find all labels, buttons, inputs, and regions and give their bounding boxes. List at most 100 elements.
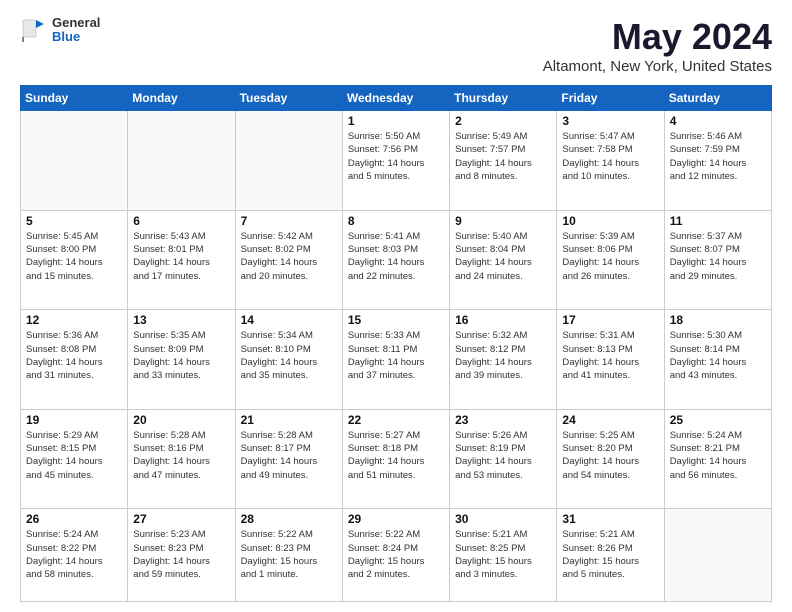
day-info: Sunrise: 5:36 AM Sunset: 8:08 PM Dayligh… bbox=[26, 329, 122, 382]
day-cell: 28 Sunrise: 5:22 AM Sunset: 8:23 PM Dayli… bbox=[235, 509, 342, 602]
day-cell: 26 Sunrise: 5:24 AM Sunset: 8:22 PM Dayli… bbox=[21, 509, 128, 602]
day-info: Sunrise: 5:45 AM Sunset: 8:00 PM Dayligh… bbox=[26, 230, 122, 283]
day-number: 9 bbox=[455, 214, 551, 228]
day-cell: 9 Sunrise: 5:40 AM Sunset: 8:04 PM Daylig… bbox=[450, 210, 557, 310]
day-number: 17 bbox=[562, 313, 658, 327]
day-cell: 13 Sunrise: 5:35 AM Sunset: 8:09 PM Dayli… bbox=[128, 310, 235, 410]
page: General Blue May 2024 Altamont, New York… bbox=[0, 0, 792, 612]
day-info: Sunrise: 5:23 AM Sunset: 8:23 PM Dayligh… bbox=[133, 528, 229, 581]
day-number: 8 bbox=[348, 214, 444, 228]
day-number: 3 bbox=[562, 114, 658, 128]
day-info: Sunrise: 5:30 AM Sunset: 8:14 PM Dayligh… bbox=[670, 329, 766, 382]
day-number: 6 bbox=[133, 214, 229, 228]
day-info: Sunrise: 5:28 AM Sunset: 8:16 PM Dayligh… bbox=[133, 429, 229, 482]
weekday-header-monday: Monday bbox=[128, 86, 235, 111]
header: General Blue May 2024 Altamont, New York… bbox=[20, 16, 772, 75]
day-info: Sunrise: 5:46 AM Sunset: 7:59 PM Dayligh… bbox=[670, 130, 766, 183]
day-info: Sunrise: 5:41 AM Sunset: 8:03 PM Dayligh… bbox=[348, 230, 444, 283]
day-number: 14 bbox=[241, 313, 337, 327]
day-cell: 23 Sunrise: 5:26 AM Sunset: 8:19 PM Dayli… bbox=[450, 409, 557, 509]
day-info: Sunrise: 5:47 AM Sunset: 7:58 PM Dayligh… bbox=[562, 130, 658, 183]
day-cell: 12Sunrise: 5:36 AM Sunset: 8:08 PM Dayli… bbox=[21, 310, 128, 410]
day-number: 31 bbox=[562, 512, 658, 526]
day-number: 30 bbox=[455, 512, 551, 526]
day-info: Sunrise: 5:35 AM Sunset: 8:09 PM Dayligh… bbox=[133, 329, 229, 382]
day-number: 22 bbox=[348, 413, 444, 427]
day-cell bbox=[21, 111, 128, 211]
day-cell: 14 Sunrise: 5:34 AM Sunset: 8:10 PM Dayli… bbox=[235, 310, 342, 410]
day-cell: 4Sunrise: 5:46 AM Sunset: 7:59 PM Daylig… bbox=[664, 111, 771, 211]
day-number: 16 bbox=[455, 313, 551, 327]
day-cell: 8 Sunrise: 5:41 AM Sunset: 8:03 PM Daylig… bbox=[342, 210, 449, 310]
weekday-header-sunday: Sunday bbox=[21, 86, 128, 111]
day-cell: 30Sunrise: 5:21 AM Sunset: 8:25 PM Dayli… bbox=[450, 509, 557, 602]
day-cell: 29Sunrise: 5:22 AM Sunset: 8:24 PM Dayli… bbox=[342, 509, 449, 602]
day-cell: 1 Sunrise: 5:50 AM Sunset: 7:56 PM Daylig… bbox=[342, 111, 449, 211]
day-number: 18 bbox=[670, 313, 766, 327]
weekday-row: SundayMondayTuesdayWednesdayThursdayFrid… bbox=[21, 86, 772, 111]
week-row-0: 1 Sunrise: 5:50 AM Sunset: 7:56 PM Daylig… bbox=[21, 111, 772, 211]
day-info: Sunrise: 5:28 AM Sunset: 8:17 PM Dayligh… bbox=[241, 429, 337, 482]
day-cell: 18 Sunrise: 5:30 AM Sunset: 8:14 PM Dayli… bbox=[664, 310, 771, 410]
day-number: 26 bbox=[26, 512, 122, 526]
day-cell bbox=[235, 111, 342, 211]
weekday-header-wednesday: Wednesday bbox=[342, 86, 449, 111]
day-info: Sunrise: 5:22 AM Sunset: 8:23 PM Dayligh… bbox=[241, 528, 337, 581]
day-number: 7 bbox=[241, 214, 337, 228]
weekday-header-tuesday: Tuesday bbox=[235, 86, 342, 111]
logo-general: General bbox=[52, 16, 100, 30]
day-cell: 25Sunrise: 5:24 AM Sunset: 8:21 PM Dayli… bbox=[664, 409, 771, 509]
week-row-4: 26 Sunrise: 5:24 AM Sunset: 8:22 PM Dayli… bbox=[21, 509, 772, 602]
title-block: May 2024 Altamont, New York, United Stat… bbox=[543, 16, 772, 75]
day-cell: 7 Sunrise: 5:42 AM Sunset: 8:02 PM Daylig… bbox=[235, 210, 342, 310]
title-month: May 2024 bbox=[543, 16, 772, 58]
day-number: 28 bbox=[241, 512, 337, 526]
day-number: 25 bbox=[670, 413, 766, 427]
day-cell: 20Sunrise: 5:28 AM Sunset: 8:16 PM Dayli… bbox=[128, 409, 235, 509]
day-cell: 31 Sunrise: 5:21 AM Sunset: 8:26 PM Dayli… bbox=[557, 509, 664, 602]
calendar: SundayMondayTuesdayWednesdayThursdayFrid… bbox=[20, 85, 772, 602]
day-info: Sunrise: 5:49 AM Sunset: 7:57 PM Dayligh… bbox=[455, 130, 551, 183]
day-cell: 11 Sunrise: 5:37 AM Sunset: 8:07 PM Dayli… bbox=[664, 210, 771, 310]
logo: General Blue bbox=[20, 16, 100, 45]
day-info: Sunrise: 5:42 AM Sunset: 8:02 PM Dayligh… bbox=[241, 230, 337, 283]
day-info: Sunrise: 5:40 AM Sunset: 8:04 PM Dayligh… bbox=[455, 230, 551, 283]
day-number: 1 bbox=[348, 114, 444, 128]
day-cell: 19Sunrise: 5:29 AM Sunset: 8:15 PM Dayli… bbox=[21, 409, 128, 509]
day-cell: 5 Sunrise: 5:45 AM Sunset: 8:00 PM Daylig… bbox=[21, 210, 128, 310]
day-info: Sunrise: 5:24 AM Sunset: 8:22 PM Dayligh… bbox=[26, 528, 122, 581]
day-number: 11 bbox=[670, 214, 766, 228]
weekday-header-thursday: Thursday bbox=[450, 86, 557, 111]
day-cell: 24Sunrise: 5:25 AM Sunset: 8:20 PM Dayli… bbox=[557, 409, 664, 509]
day-cell: 22 Sunrise: 5:27 AM Sunset: 8:18 PM Dayli… bbox=[342, 409, 449, 509]
day-cell bbox=[664, 509, 771, 602]
day-number: 23 bbox=[455, 413, 551, 427]
day-info: Sunrise: 5:21 AM Sunset: 8:26 PM Dayligh… bbox=[562, 528, 658, 581]
day-info: Sunrise: 5:26 AM Sunset: 8:19 PM Dayligh… bbox=[455, 429, 551, 482]
day-cell: 2 Sunrise: 5:49 AM Sunset: 7:57 PM Daylig… bbox=[450, 111, 557, 211]
day-info: Sunrise: 5:25 AM Sunset: 8:20 PM Dayligh… bbox=[562, 429, 658, 482]
day-number: 19 bbox=[26, 413, 122, 427]
day-number: 5 bbox=[26, 214, 122, 228]
day-info: Sunrise: 5:34 AM Sunset: 8:10 PM Dayligh… bbox=[241, 329, 337, 382]
day-info: Sunrise: 5:43 AM Sunset: 8:01 PM Dayligh… bbox=[133, 230, 229, 283]
week-row-3: 19Sunrise: 5:29 AM Sunset: 8:15 PM Dayli… bbox=[21, 409, 772, 509]
logo-icon bbox=[20, 16, 48, 44]
day-cell bbox=[128, 111, 235, 211]
day-number: 27 bbox=[133, 512, 229, 526]
day-cell: 15Sunrise: 5:33 AM Sunset: 8:11 PM Dayli… bbox=[342, 310, 449, 410]
day-info: Sunrise: 5:27 AM Sunset: 8:18 PM Dayligh… bbox=[348, 429, 444, 482]
weekday-header-friday: Friday bbox=[557, 86, 664, 111]
title-location: Altamont, New York, United States bbox=[543, 58, 772, 75]
day-cell: 21 Sunrise: 5:28 AM Sunset: 8:17 PM Dayli… bbox=[235, 409, 342, 509]
day-number: 21 bbox=[241, 413, 337, 427]
day-cell: 27 Sunrise: 5:23 AM Sunset: 8:23 PM Dayli… bbox=[128, 509, 235, 602]
day-info: Sunrise: 5:50 AM Sunset: 7:56 PM Dayligh… bbox=[348, 130, 444, 183]
day-info: Sunrise: 5:33 AM Sunset: 8:11 PM Dayligh… bbox=[348, 329, 444, 382]
logo-blue: Blue bbox=[52, 30, 100, 44]
day-number: 13 bbox=[133, 313, 229, 327]
day-info: Sunrise: 5:37 AM Sunset: 8:07 PM Dayligh… bbox=[670, 230, 766, 283]
day-cell: 3 Sunrise: 5:47 AM Sunset: 7:58 PM Daylig… bbox=[557, 111, 664, 211]
day-number: 2 bbox=[455, 114, 551, 128]
day-info: Sunrise: 5:31 AM Sunset: 8:13 PM Dayligh… bbox=[562, 329, 658, 382]
